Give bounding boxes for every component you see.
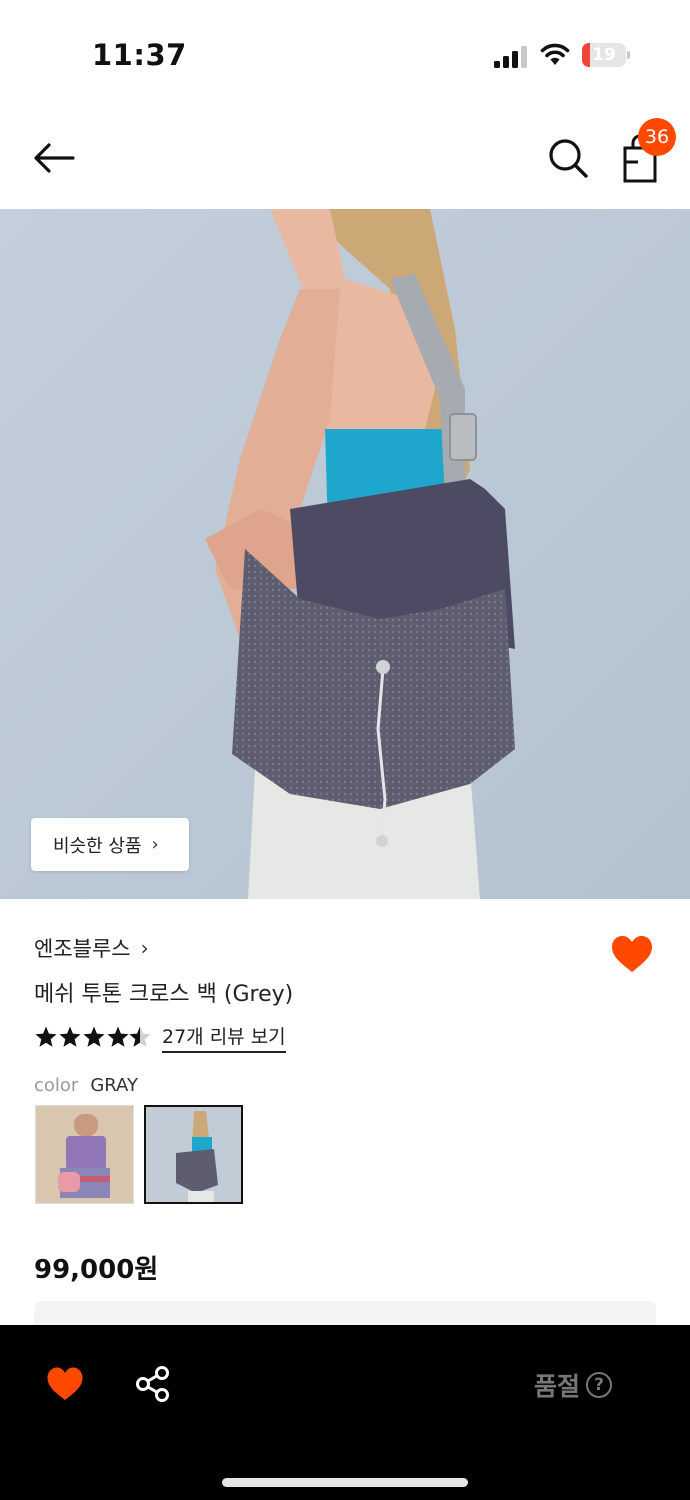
back-button[interactable] — [28, 136, 80, 180]
search-icon[interactable] — [544, 134, 592, 182]
star-icon — [107, 1026, 129, 1047]
brand-link[interactable]: 엔조블루스 › — [34, 933, 149, 963]
product-main-image[interactable] — [0, 209, 690, 899]
rating-row: 27개 리뷰 보기 — [34, 1022, 286, 1053]
product-price: 99,000원 — [34, 1255, 159, 1285]
chevron-right-icon: › — [151, 834, 159, 855]
bottom-action-bar: 품절 ? — [0, 1325, 690, 1500]
color-option-thumbnail[interactable] — [35, 1105, 134, 1204]
battery-body: 19 — [582, 43, 626, 67]
color-option-thumbnail-selected[interactable] — [144, 1105, 243, 1204]
color-row: color GRAY — [34, 1072, 138, 1098]
similar-products-button[interactable]: 비슷한 상품 › — [31, 818, 189, 871]
home-indicator[interactable] — [222, 1478, 468, 1487]
heart-icon[interactable] — [46, 1366, 84, 1402]
product-photo — [0, 209, 690, 899]
heart-icon[interactable] — [610, 934, 654, 974]
cellular-signal-icon — [494, 46, 527, 68]
color-value: GRAY — [90, 1074, 138, 1096]
top-navigation-bar — [0, 108, 690, 208]
brand-name: 엔조블루스 — [34, 937, 131, 961]
chevron-right-icon: › — [140, 936, 149, 960]
help-icon[interactable]: ? — [586, 1372, 613, 1398]
battery-cap — [627, 51, 630, 59]
star-rating — [35, 1026, 151, 1047]
cart-count-badge: 36 — [638, 118, 676, 156]
back-arrow-icon — [34, 143, 75, 173]
gray-variant-thumbnail — [146, 1107, 241, 1202]
star-icon — [59, 1026, 81, 1047]
review-link[interactable]: 27개 리뷰 보기 — [162, 1022, 286, 1053]
battery-charging-icon: 19 — [582, 43, 630, 67]
product-title: 메쉬 투톤 크로스 백 (Grey) — [34, 982, 294, 1007]
star-icon — [35, 1026, 57, 1047]
status-bar: 11:37 19 — [0, 0, 690, 108]
color-label: color — [34, 1074, 79, 1096]
share-icon[interactable] — [134, 1365, 172, 1403]
purple-variant-thumbnail — [36, 1106, 133, 1203]
sold-out-status: 품절 ? — [534, 1369, 613, 1401]
wifi-icon — [540, 43, 570, 65]
battery-percentage: 19 — [592, 45, 616, 65]
star-icon — [83, 1026, 105, 1047]
sold-out-label: 품절 — [534, 1372, 581, 1401]
similar-products-label: 비슷한 상품 — [53, 835, 142, 857]
status-time: 11:37 — [92, 38, 187, 72]
